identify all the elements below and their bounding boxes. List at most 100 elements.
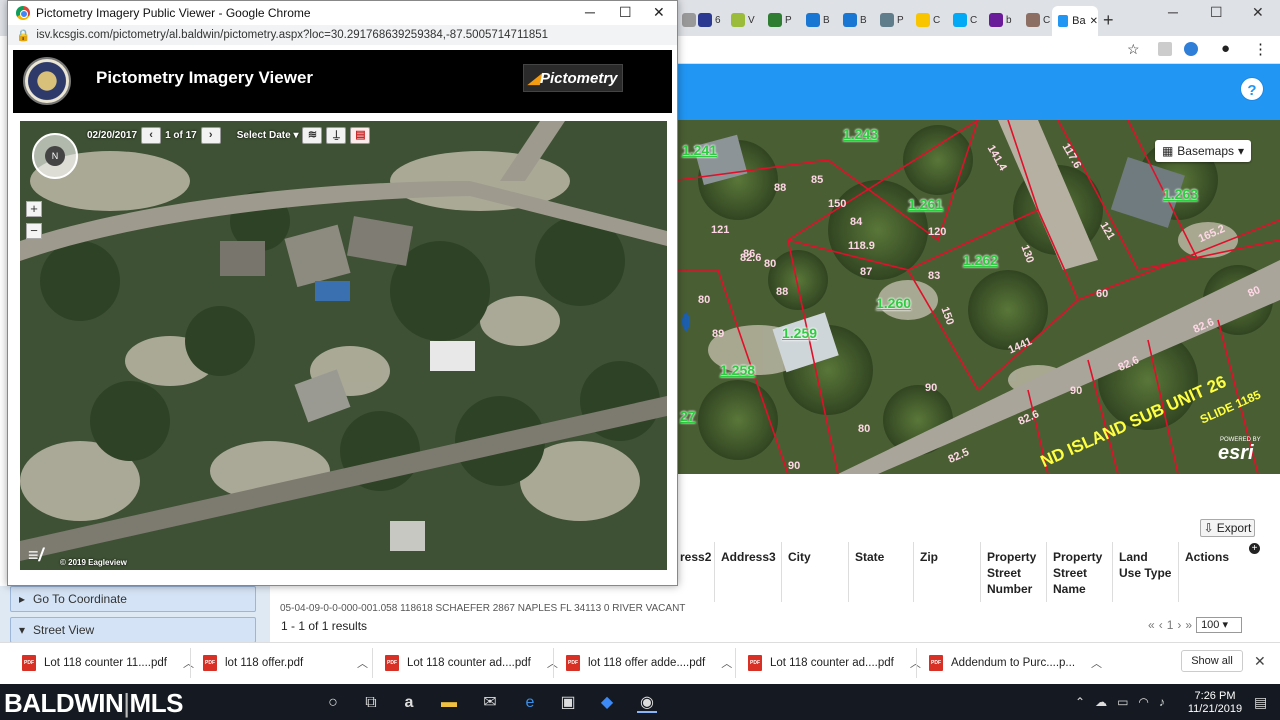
column-header[interactable]: Property Street Name (1046, 542, 1112, 602)
prev-page-button[interactable]: ‹ (1159, 618, 1163, 632)
close-window-icon[interactable]: ✕ (1252, 4, 1264, 21)
table-row[interactable]: 05-04-09-0-0-000-001.058 118618 SCHAEFER… (280, 603, 1245, 615)
export-button[interactable]: ⇩ Export (1200, 519, 1255, 537)
menu-icon[interactable]: ⋮ (1253, 40, 1268, 58)
close-window-icon[interactable]: ✕ (653, 4, 665, 21)
tab-favicon (731, 13, 745, 27)
next-page-button[interactable]: › (1177, 618, 1181, 632)
maximize-icon[interactable]: ☐ (1210, 4, 1223, 21)
browser-tab[interactable]: B (843, 9, 871, 31)
page-size-select[interactable]: 100 ▾ (1196, 617, 1243, 633)
column-header[interactable]: City (781, 542, 848, 602)
amazon-icon[interactable]: a (399, 693, 419, 713)
column-header[interactable]: ress2 (674, 542, 714, 602)
browser-tab[interactable]: P (768, 9, 796, 31)
parcel-label[interactable]: 1.258 (720, 362, 755, 378)
column-header[interactable]: Address3 (714, 542, 781, 602)
column-header[interactable]: Actions (1178, 542, 1244, 602)
measure-tool-icon[interactable]: ⍊ (326, 127, 347, 144)
page-number[interactable]: 1 (1167, 618, 1174, 632)
minimize-icon[interactable]: ─ (585, 4, 595, 20)
browser-tab[interactable]: V (731, 9, 759, 31)
chevron-up-icon[interactable]: ︿ (1091, 655, 1102, 671)
first-page-button[interactable]: « (1148, 618, 1155, 632)
cloud-icon[interactable]: ☁ (1095, 695, 1107, 709)
compass-control[interactable]: N (32, 133, 78, 179)
wifi-icon[interactable]: ◠ (1138, 695, 1148, 709)
edge-icon[interactable]: e (520, 693, 540, 713)
popup-titlebar[interactable]: Pictometry Imagery Public Viewer - Googl… (8, 1, 677, 25)
notification-icon[interactable]: ▤ (1254, 694, 1267, 711)
mail-icon[interactable]: ✉ (480, 693, 500, 713)
minimize-icon[interactable]: ─ (1168, 4, 1178, 20)
parcel-label[interactable]: 1.262 (963, 252, 998, 268)
street-view-item[interactable]: ▾ Street View (10, 617, 256, 643)
file-explorer-icon[interactable]: ▬ (439, 693, 459, 713)
export-icon: ⇩ (1203, 521, 1214, 535)
extension-icon[interactable] (1158, 42, 1172, 56)
maximize-icon[interactable]: ☐ (619, 4, 632, 21)
download-item[interactable]: PDF Lot 118 counter 11....pdf ︿ (22, 652, 194, 674)
print-icon[interactable]: ▤ (350, 127, 371, 144)
next-image-button[interactable]: › (200, 127, 221, 144)
chevron-up-icon[interactable]: ︿ (183, 655, 194, 671)
chevron-up-icon[interactable]: ︿ (357, 655, 368, 671)
browser-tab[interactable]: C (953, 9, 981, 31)
basemaps-dropdown[interactable]: ▦ Basemaps ▾ (1155, 140, 1251, 162)
volume-icon[interactable]: ♪ (1159, 695, 1165, 709)
download-item[interactable]: PDF lot 118 offer.pdf ︿ (203, 652, 368, 674)
last-page-button[interactable]: » (1185, 618, 1192, 632)
go-to-coordinate-item[interactable]: ▸ Go To Coordinate (10, 586, 256, 612)
download-item[interactable]: PDF Addendum to Purc....p... ︿ (929, 652, 1102, 674)
zoom-in-button[interactable]: + (26, 201, 42, 217)
browser-tab[interactable]: B (806, 9, 834, 31)
download-item[interactable]: PDFLot 118 counter ad....pdf︿ (748, 652, 921, 674)
chevron-up-icon[interactable]: ︿ (721, 655, 732, 671)
show-all-button[interactable]: Show all (1181, 650, 1243, 672)
browser-tab[interactable]: C (916, 9, 944, 31)
zoom-out-button[interactable]: − (26, 223, 42, 239)
aerial-image[interactable]: N + − 02/20/2017 ‹ 1 of 17 › Select Date… (20, 121, 667, 570)
task-view-icon[interactable]: ⧉ (361, 693, 381, 713)
profile-icon[interactable]: ● (1221, 40, 1230, 57)
download-item[interactable]: PDF lot 118 offer adde....pdf ︿ (566, 652, 732, 674)
column-header[interactable]: Land Use Type (1112, 542, 1178, 602)
dropbox-icon[interactable]: ◆ (597, 693, 617, 713)
parcel-label[interactable]: 1.243 (843, 126, 878, 142)
popup-address-bar[interactable]: 🔒 isv.kcsgis.com/pictometry/al.baldwin/p… (8, 25, 677, 45)
parcel-label[interactable]: 1.241 (682, 142, 717, 158)
store-icon[interactable]: ▣ (558, 693, 578, 713)
browser-tab[interactable]: P (880, 9, 908, 31)
column-header[interactable]: State (848, 542, 913, 602)
search-icon[interactable]: ○ (323, 693, 343, 713)
new-tab-button[interactable]: + (1103, 10, 1114, 31)
parcel-map[interactable]: 1.243 1.241 1.261 1.263 1.262 1.260 1.25… (678, 120, 1280, 474)
close-downloads-icon[interactable]: ✕ (1254, 653, 1266, 670)
network-icon[interactable]: ▭ (1117, 695, 1128, 709)
browser-tab-active[interactable]: Ba ✕ (1052, 6, 1098, 36)
select-date-dropdown[interactable]: Select Date ▾ (237, 130, 299, 141)
add-column-button[interactable]: + (1249, 543, 1260, 554)
layers-icon[interactable]: ≋ (302, 127, 323, 144)
browser-tab[interactable]: C (1026, 9, 1054, 31)
clock[interactable]: 7:26 PM 11/21/2019 (1185, 690, 1245, 716)
chrome-icon[interactable]: ◉ (637, 693, 657, 713)
column-header[interactable]: Zip (913, 542, 980, 602)
parcel-label[interactable]: 1.259 (782, 325, 817, 341)
prev-image-button[interactable]: ‹ (141, 127, 162, 144)
tab-favicon (682, 13, 696, 27)
help-button[interactable]: ? (1241, 78, 1263, 100)
close-tab-icon[interactable]: ✕ (1090, 16, 1098, 27)
chevron-up-icon[interactable]: ⌃ (1075, 695, 1085, 709)
download-item[interactable]: Lot 118 counter ad....pdfPDFLot 118 coun… (385, 652, 558, 674)
browser-tab[interactable]: 6 (698, 9, 726, 31)
extension-icon[interactable] (1184, 42, 1198, 56)
parcel-label[interactable]: 27 (680, 408, 696, 424)
parcel-label[interactable]: 1.261 (908, 196, 943, 212)
dimension-label: 82.6 (740, 252, 762, 264)
parcel-label[interactable]: 1.263 (1163, 186, 1198, 202)
bookmark-star-icon[interactable]: ☆ (1127, 41, 1140, 58)
parcel-label[interactable]: 1.260 (876, 295, 911, 311)
column-header[interactable]: Property Street Number (980, 542, 1046, 602)
browser-tab[interactable]: b (989, 9, 1017, 31)
